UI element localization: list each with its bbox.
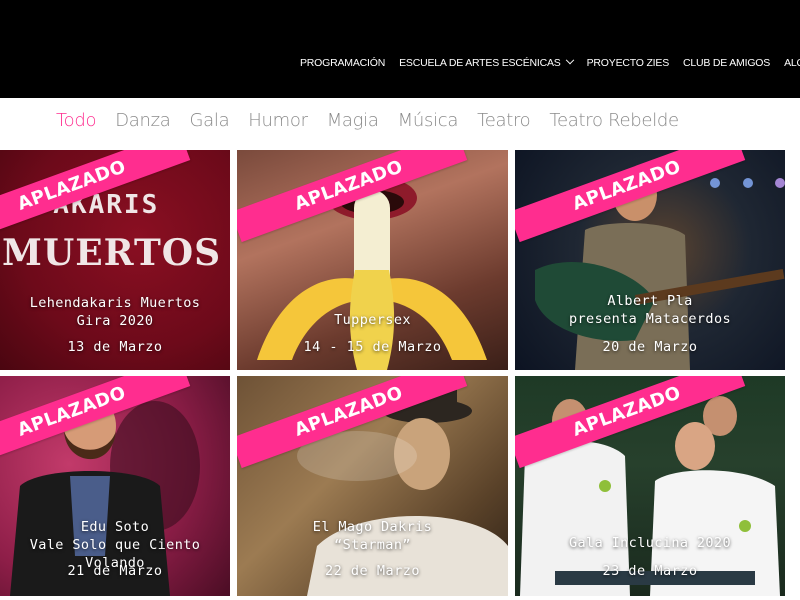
event-date: 22 de Marzo bbox=[325, 563, 420, 579]
nav-alquiler[interactable]: ALQ bbox=[784, 57, 800, 69]
nav-club-de-amigos[interactable]: CLUB DE AMIGOS bbox=[683, 57, 770, 69]
event-card[interactable]: APLAZADO Tuppersex 14 - 15 de Marzo bbox=[237, 150, 508, 370]
site-header: PROGRAMACIÓN ESCUELA DE ARTES ESCÉNICAS … bbox=[0, 0, 800, 98]
event-date: 14 - 15 de Marzo bbox=[303, 339, 442, 355]
filter-teatro-rebelde[interactable]: Teatro Rebelde bbox=[549, 110, 679, 131]
filter-teatro[interactable]: Teatro bbox=[477, 110, 531, 131]
filter-danza[interactable]: Danza bbox=[115, 110, 171, 131]
filter-musica[interactable]: Música bbox=[398, 110, 459, 131]
events-grid: NDAKARIS MUERTOS APLAZADO Lehendakaris M… bbox=[0, 150, 800, 600]
event-card[interactable]: APLAZADO Albert Pla presenta Matacerdos … bbox=[515, 150, 785, 370]
nav-escuela-label: ESCUELA DE ARTES ESCÉNICAS bbox=[399, 57, 561, 69]
event-title: Gala Inclucina 2020 bbox=[568, 535, 732, 551]
event-date: 20 de Marzo bbox=[602, 339, 698, 355]
event-card[interactable]: APLAZADO Edu Soto Vale Solo que Ciento V… bbox=[0, 376, 230, 596]
nav-programacion[interactable]: PROGRAMACIÓN bbox=[300, 57, 385, 69]
filter-gala[interactable]: Gala bbox=[189, 110, 229, 131]
event-title: Albert Pla presenta Matacerdos bbox=[568, 293, 732, 327]
main-nav: PROGRAMACIÓN ESCUELA DE ARTES ESCÉNICAS … bbox=[300, 55, 800, 71]
filter-todo[interactable]: Todo bbox=[56, 110, 97, 131]
filter-humor[interactable]: Humor bbox=[248, 110, 308, 131]
chevron-down-icon bbox=[565, 55, 574, 65]
event-card[interactable]: NDAKARIS MUERTOS APLAZADO Lehendakaris M… bbox=[0, 150, 230, 370]
event-date: 23 de Marzo bbox=[602, 563, 698, 579]
event-title: Lehendakaris Muertos Gira 2020 bbox=[29, 295, 201, 329]
filter-magia[interactable]: Magia bbox=[327, 110, 379, 131]
event-title: El Mago Dakris “Starman” bbox=[312, 519, 433, 553]
nav-proyecto-zies[interactable]: PROYECTO ZIES bbox=[587, 57, 670, 69]
event-date: 21 de Marzo bbox=[67, 563, 163, 579]
poster-logo: MUERTOS bbox=[2, 232, 222, 274]
event-date: 13 de Marzo bbox=[67, 339, 163, 355]
nav-escuela[interactable]: ESCUELA DE ARTES ESCÉNICAS bbox=[399, 55, 574, 69]
event-card[interactable]: APLAZADO Gala Inclucina 2020 23 de Marzo bbox=[515, 376, 785, 596]
event-card[interactable]: APLAZADO El Mago Dakris “Starman” 22 de … bbox=[237, 376, 508, 596]
category-filters: Todo Danza Gala Humor Magia Música Teatr… bbox=[56, 108, 698, 132]
event-title: Tuppersex bbox=[334, 312, 411, 328]
